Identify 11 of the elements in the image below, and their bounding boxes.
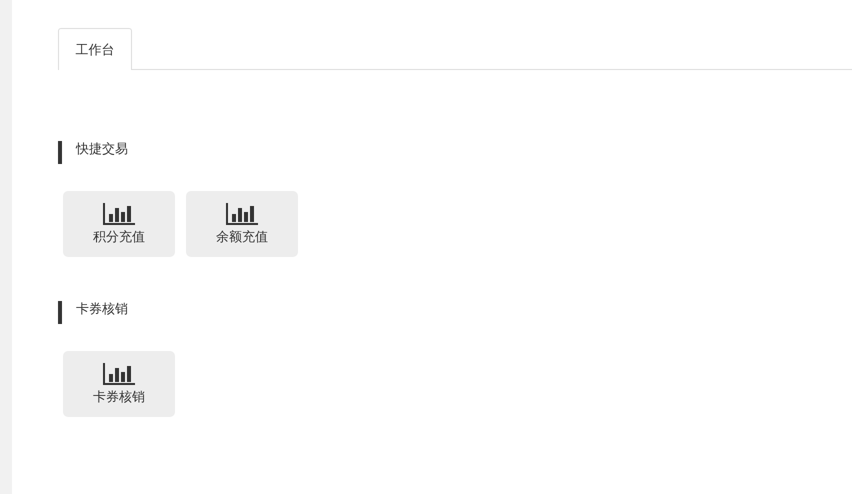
shortcut-button[interactable]: 余额充值 (186, 191, 298, 257)
bar-chart-icon (103, 202, 135, 224)
bar-chart-icon (226, 202, 258, 224)
section-title: 快捷交易 (76, 140, 128, 158)
shortcut-button[interactable]: 卡券核销 (63, 351, 175, 417)
shortcut-button[interactable]: 积分充值 (63, 191, 175, 257)
section-marker (58, 301, 62, 324)
section-title: 卡券核销 (76, 300, 128, 318)
tab[interactable]: 工作台 (58, 28, 132, 70)
section-marker (58, 141, 62, 164)
bar-chart-icon (103, 362, 135, 384)
